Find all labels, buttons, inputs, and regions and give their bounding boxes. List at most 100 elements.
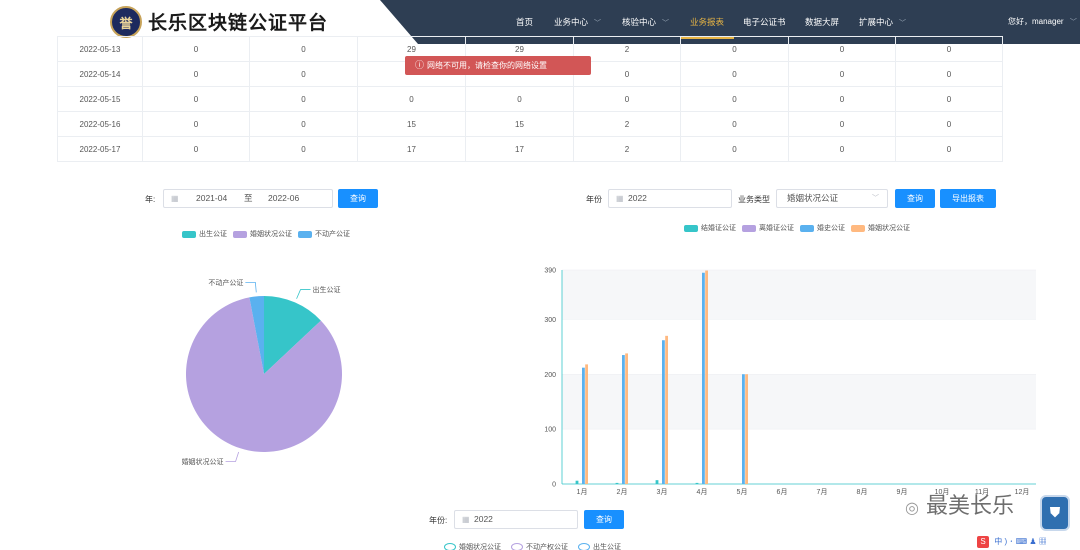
- shield-icon: ⛊: [1040, 495, 1070, 531]
- legend-item[interactable]: 出生公证: [182, 229, 227, 239]
- platform-logo[interactable]: 誉: [110, 6, 142, 38]
- pie-legend: 出生公证 婚姻状况公证 不动产公证: [182, 229, 356, 240]
- count-cell: 15: [465, 111, 574, 137]
- legend-swatch: [742, 224, 756, 232]
- legend-label: 不动产权公证: [526, 544, 568, 550]
- y-tick-label: 0: [552, 482, 556, 489]
- bar[interactable]: [625, 353, 628, 484]
- legend-label: 婚姻状况公证: [459, 544, 501, 550]
- legend-swatch: [444, 543, 456, 550]
- count-cell: 0: [680, 111, 789, 137]
- nav-item-label: 业务报表: [690, 17, 725, 27]
- table-row: 2022-05-17 0 0 17 17 2 0 0 0: [57, 136, 1003, 162]
- bar[interactable]: [615, 482, 619, 484]
- y-tick-label: 390: [544, 268, 556, 275]
- user-menu[interactable]: 您好，manager ﹀: [1008, 0, 1077, 44]
- x-tick-label: 8月: [857, 488, 868, 496]
- count-cell: 0: [249, 61, 358, 87]
- legend-item[interactable]: 婚姻状况公证: [444, 542, 501, 550]
- table-row: 2022-05-16 0 0 15 15 2 0 0 0: [57, 111, 1003, 137]
- bar[interactable]: [665, 335, 668, 484]
- pie-chart: 出生公证婚姻状况公证 不动产公证: [182, 278, 342, 466]
- left-query-button[interactable]: 查询: [338, 189, 378, 208]
- legend-label: 出生公证: [199, 231, 227, 238]
- count-cell: 17: [465, 136, 574, 162]
- count-cell: 0: [895, 111, 1003, 137]
- legend-item[interactable]: 婚姻状况公证: [851, 223, 910, 233]
- legend-label: 出生公证: [593, 544, 621, 550]
- bar[interactable]: [622, 355, 625, 484]
- bar[interactable]: [742, 374, 745, 484]
- bar-legend: 结婚证公证 离婚证公证 婚史公证 婚姻状况公证: [684, 223, 916, 234]
- x-tick-label: 3月: [657, 488, 668, 496]
- bottom-query-button[interactable]: 查询: [584, 510, 624, 529]
- legend-label: 婚姻状况公证: [868, 225, 910, 232]
- count-cell: 0: [142, 36, 250, 62]
- nav-item-label: 数据大屏: [805, 17, 840, 27]
- right-year-label: 年份: [586, 195, 602, 204]
- legend-swatch: [298, 230, 312, 238]
- pie-label-leader: [296, 289, 311, 299]
- legend-item[interactable]: 不动产公证: [298, 229, 350, 239]
- x-tick-label: 5月: [737, 488, 748, 496]
- bar[interactable]: [695, 482, 699, 484]
- nav-item-label: 业务中心: [554, 17, 589, 27]
- right-query-button[interactable]: 查询: [895, 189, 935, 208]
- legend-swatch: [800, 224, 814, 232]
- count-cell: 15: [357, 111, 466, 137]
- bar[interactable]: [745, 374, 748, 484]
- x-tick-label: 2月: [617, 488, 628, 496]
- pie-slice-label: 婚姻状况公证: [182, 457, 224, 466]
- count-cell: 17: [357, 136, 466, 162]
- bar[interactable]: [655, 480, 659, 484]
- bar[interactable]: [705, 270, 708, 484]
- business-type-select[interactable]: 婚姻状况公证 ﹀: [776, 189, 888, 208]
- legend-item[interactable]: 结婚证公证: [684, 223, 736, 233]
- ime-tray-icons: 中 ) ･ ⌨ ♟ ▦: [994, 537, 1047, 546]
- bar[interactable]: [585, 364, 588, 484]
- count-cell: 0: [788, 61, 896, 87]
- legend-item[interactable]: 离婚证公证: [742, 223, 794, 233]
- calendar-icon: ▦: [616, 194, 624, 203]
- chevron-down-icon: ﹀: [1069, 19, 1077, 26]
- calendar-icon: ▦: [462, 515, 470, 524]
- ime-toolbar[interactable]: S 中 ) ･ ⌨ ♟ ▦: [977, 536, 1047, 549]
- watermark-text: ◎ 最美长乐: [905, 488, 1014, 520]
- pie-label-leader: [245, 282, 257, 293]
- count-cell: 0: [895, 86, 1003, 112]
- legend-item[interactable]: 出生公证: [578, 542, 621, 550]
- legend-item[interactable]: 婚姻状况公证: [233, 229, 292, 239]
- bar[interactable]: [582, 367, 585, 484]
- chevron-down-icon: ﹀: [899, 20, 907, 27]
- wechat-icon: ◎: [905, 498, 919, 517]
- count-cell: 0: [142, 61, 250, 87]
- watermark-label: 最美长乐: [925, 494, 1014, 519]
- grid-band: [562, 374, 1036, 430]
- y-tick-label: 200: [544, 372, 556, 379]
- count-cell: 0: [142, 86, 250, 112]
- monthly-bar-chart: 01002003003901月 2月 3月 4月 5月 6月 7月 8月 9月 10月 11月 12月: [544, 268, 1036, 496]
- count-cell: 0: [142, 136, 250, 162]
- legend-item[interactable]: 不动产权公证: [511, 542, 568, 550]
- left-date-range-picker[interactable]: ▦ 2021-04 至 2022-06: [163, 189, 333, 208]
- count-cell: 0: [895, 61, 1003, 87]
- table-row: 2022-05-15 0 0 0 0 0 0 0 0: [57, 86, 1003, 112]
- right-year-picker[interactable]: ▦ 2022: [608, 189, 732, 208]
- pie-slice-label: 不动产公证: [208, 278, 243, 287]
- legend-item[interactable]: 婚史公证: [800, 223, 845, 233]
- bar[interactable]: [702, 272, 705, 484]
- bottom-year-picker[interactable]: ▦ 2022: [454, 510, 578, 529]
- legend-swatch: [851, 224, 865, 232]
- count-cell: 0: [465, 86, 574, 112]
- nav-item-label: 扩展中心: [859, 17, 894, 27]
- export-report-button[interactable]: 导出报表: [940, 189, 996, 208]
- count-cell: 0: [788, 111, 896, 137]
- count-cell: 2: [573, 136, 681, 162]
- nav-item-label: 首页: [516, 17, 534, 27]
- bar[interactable]: [575, 480, 579, 484]
- count-cell: 0: [680, 36, 789, 62]
- chevron-down-icon: ﹀: [594, 20, 602, 27]
- bar[interactable]: [662, 340, 665, 484]
- legend-swatch: [578, 543, 590, 550]
- legend-swatch: [182, 230, 196, 238]
